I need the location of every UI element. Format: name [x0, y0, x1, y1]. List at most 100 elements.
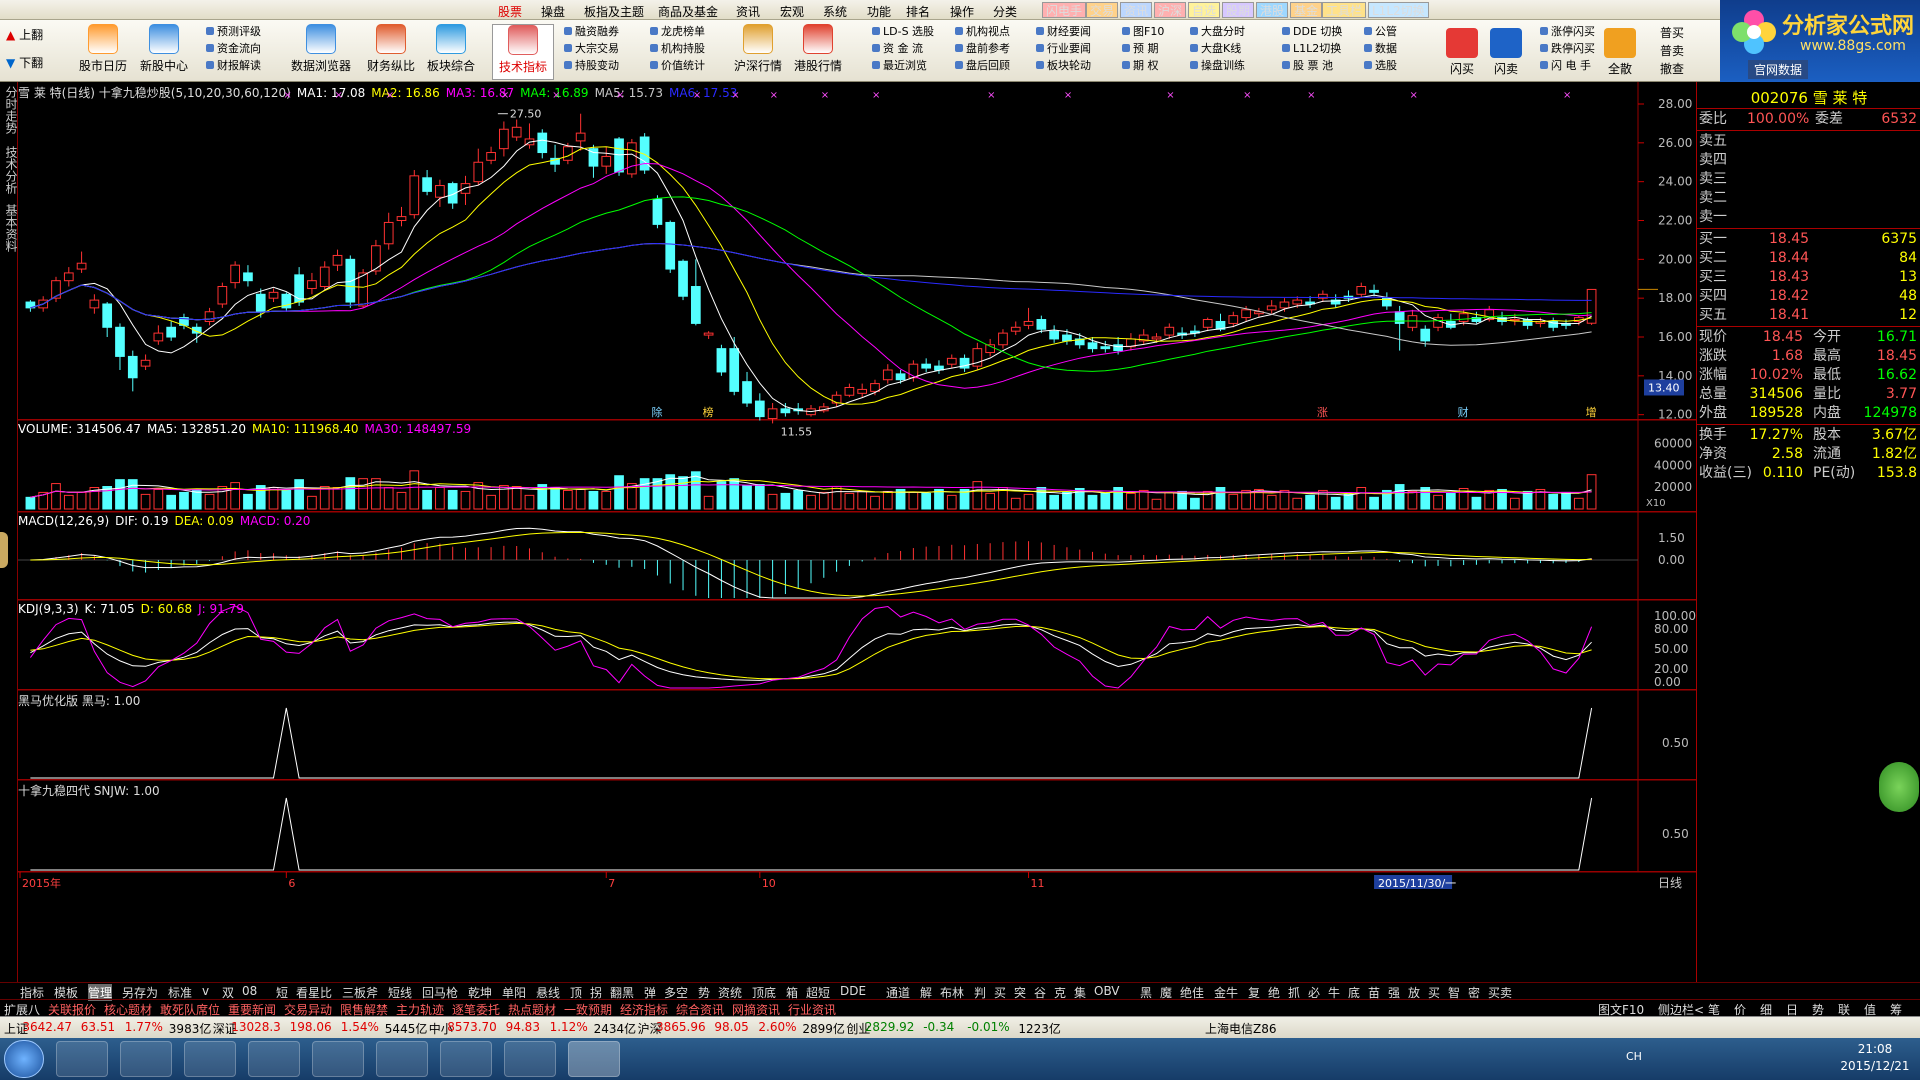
trade-button[interactable]: 闪买 [1446, 28, 1478, 77]
toolbar-button[interactable]: 沪深行情 [727, 24, 789, 80]
trade-button[interactable]: 普买 [1660, 24, 1684, 41]
quick-menu-item[interactable]: L1L2切换 [1368, 2, 1429, 18]
menu-item[interactable]: 分类 [993, 3, 1017, 20]
toolbar-link[interactable]: LD-S 选股 [872, 24, 934, 39]
toolbar-button[interactable]: 港股行情 [787, 24, 849, 80]
indicator-tab[interactable]: v [202, 984, 209, 998]
menu-item[interactable]: 功能 [867, 3, 891, 20]
toolbar-button[interactable]: 板块综合 [420, 24, 482, 80]
toolbar-link[interactable]: 期 权 [1122, 58, 1159, 73]
toolbar-link[interactable]: DDE 切换 [1282, 24, 1342, 39]
trade-button[interactable]: 闪卖 [1490, 28, 1522, 77]
app-icon[interactable] [312, 1041, 364, 1077]
notepad-icon[interactable] [440, 1041, 492, 1077]
toolbar-link[interactable]: 股 票 池 [1282, 58, 1333, 73]
quick-menu-item[interactable]: 沪深 [1154, 2, 1187, 18]
toolbar-link[interactable]: L1L2切换 [1282, 41, 1341, 56]
taskbar-app-icon[interactable] [56, 1041, 108, 1077]
menu-item[interactable]: 宏观 [780, 3, 804, 20]
side-tab[interactable]: 技术分析 [1, 146, 18, 194]
menu-item[interactable]: 操盘 [541, 3, 565, 20]
menu-item[interactable]: 板指及主题 [584, 3, 644, 20]
start-button[interactable] [4, 1040, 44, 1078]
official-data-link[interactable]: 官网数据 [1748, 60, 1809, 79]
toolbar-link[interactable]: 大盘分时 [1190, 24, 1245, 39]
toolbar-link[interactable]: 板块轮动 [1036, 58, 1091, 73]
toolbar-link[interactable]: 龙虎榜单 [650, 24, 705, 39]
indicator-tab[interactable]: DDE [840, 984, 866, 998]
toolbar-button[interactable]: 股市日历 [72, 24, 134, 80]
event-marker[interactable]: 增 [1586, 405, 1597, 419]
toolbar-button[interactable]: 数据浏览器 [290, 24, 352, 80]
page-down-button[interactable]: ▼ 下翻 [6, 54, 43, 71]
trade-button[interactable]: 普卖 [1660, 42, 1684, 59]
quick-menu-item[interactable]: 资讯 [1120, 2, 1153, 18]
event-marker[interactable]: 财 [1458, 405, 1469, 419]
event-marker[interactable]: 除 [651, 405, 662, 419]
trade-button[interactable]: 撤查 [1660, 60, 1684, 77]
toolbar-link[interactable]: 大宗交易 [564, 41, 619, 56]
clock-date[interactable]: 2015/12/21 [1836, 1059, 1914, 1073]
menu-item[interactable]: 操作 [950, 3, 974, 20]
toolbar-link[interactable]: 大盘K线 [1190, 41, 1241, 56]
toolbar-button[interactable]: 技术指标 [492, 24, 554, 80]
quick-menu-item[interactable]: 港股 [1256, 2, 1289, 18]
menu-item[interactable]: 排名 [906, 3, 930, 20]
word-icon[interactable] [248, 1041, 300, 1077]
indicator-tab[interactable]: 08 [242, 984, 257, 998]
toolbar-button[interactable]: 财务纵比 [360, 24, 422, 80]
toolbar-link[interactable]: 数据 [1364, 41, 1397, 56]
toolbar-link[interactable]: 图F10 [1122, 24, 1164, 39]
toolbar-link[interactable]: 预测评级 [206, 24, 261, 39]
quick-menu-item[interactable]: 股期 [1222, 2, 1255, 18]
quick-menu-item[interactable]: 交易 [1086, 2, 1119, 18]
toolbar-link[interactable]: 资金流向 [206, 41, 261, 56]
chart-canvas[interactable]: 28.0026.0024.0022.0020.0018.0016.0014.00… [18, 82, 1696, 982]
toolbar-link[interactable]: 融资融券 [564, 24, 619, 39]
toolbar-link[interactable]: 盘后回顾 [955, 58, 1010, 73]
ie-browser-icon[interactable] [120, 1041, 172, 1077]
menu-item[interactable]: 资讯 [736, 3, 760, 20]
toolbar-link[interactable]: 行业要闻 [1036, 41, 1091, 56]
menu-item[interactable]: 商品及基金 [658, 3, 718, 20]
trade-button[interactable]: 全散 [1604, 28, 1636, 77]
side-tab[interactable]: 分时走势 [1, 86, 18, 134]
stock-app-active-icon[interactable] [568, 1041, 620, 1077]
toolbar-link[interactable]: 持股变动 [564, 58, 619, 73]
period-label[interactable]: 日线 [1658, 876, 1682, 890]
quick-menu-item[interactable]: 工具栏 [1322, 2, 1367, 18]
speedup-ball-widget[interactable] [1879, 762, 1919, 812]
splitter-handle[interactable] [0, 532, 8, 568]
toolbar-link[interactable]: 预 期 [1122, 41, 1159, 56]
indicator-tab[interactable]: OBV [1094, 984, 1120, 998]
page-up-button[interactable]: ▲ 上翻 [6, 26, 43, 43]
side-tab[interactable]: 基本资料 [1, 204, 18, 252]
brand-logo[interactable]: 分析家公式网 www.88gs.com 官网数据 [1720, 0, 1920, 82]
toolbar-link[interactable]: 最近浏览 [872, 58, 927, 73]
language-indicator[interactable]: CH [1626, 1050, 1642, 1063]
toolbar-link[interactable]: 机构视点 [955, 24, 1010, 39]
toolbar-button[interactable]: 新股中心 [133, 24, 195, 80]
menu-item[interactable]: 系统 [823, 3, 847, 20]
stock-app-icon[interactable] [504, 1041, 556, 1077]
quick-menu-item[interactable]: 基金 [1290, 2, 1323, 18]
toolbar-link[interactable]: 盘前参考 [955, 41, 1010, 56]
chart-area[interactable]: 雪 莱 特(日线) 十拿九稳炒股(5,10,20,30,60,120) MA1: … [18, 82, 1696, 982]
calculator-icon[interactable] [376, 1041, 428, 1077]
toolbar-link[interactable]: 公管 [1364, 24, 1397, 39]
toolbar-link[interactable]: 财经要闻 [1036, 24, 1091, 39]
toolbar-link[interactable]: 财报解读 [206, 58, 261, 73]
toolbar-link[interactable]: 跌停闪买 [1540, 41, 1595, 56]
event-marker[interactable]: 涨 [1317, 406, 1328, 419]
toolbar-link[interactable]: 涨停闪买 [1540, 24, 1595, 39]
quick-menu-item[interactable]: 自选 [1188, 2, 1221, 18]
toolbar-link[interactable]: 资 金 流 [872, 41, 923, 56]
toolbar-link[interactable]: 闪 电 手 [1540, 58, 1591, 73]
toolbar-link[interactable]: 价值统计 [650, 58, 705, 73]
event-marker[interactable]: 榜 [703, 405, 714, 419]
folder-icon[interactable] [184, 1041, 236, 1077]
menu-item[interactable]: 股票 [498, 3, 522, 20]
toolbar-link[interactable]: 操盘训练 [1190, 58, 1245, 73]
toolbar-link[interactable]: 机构持股 [650, 41, 705, 56]
clock-time[interactable]: 21:08 [1840, 1042, 1910, 1056]
